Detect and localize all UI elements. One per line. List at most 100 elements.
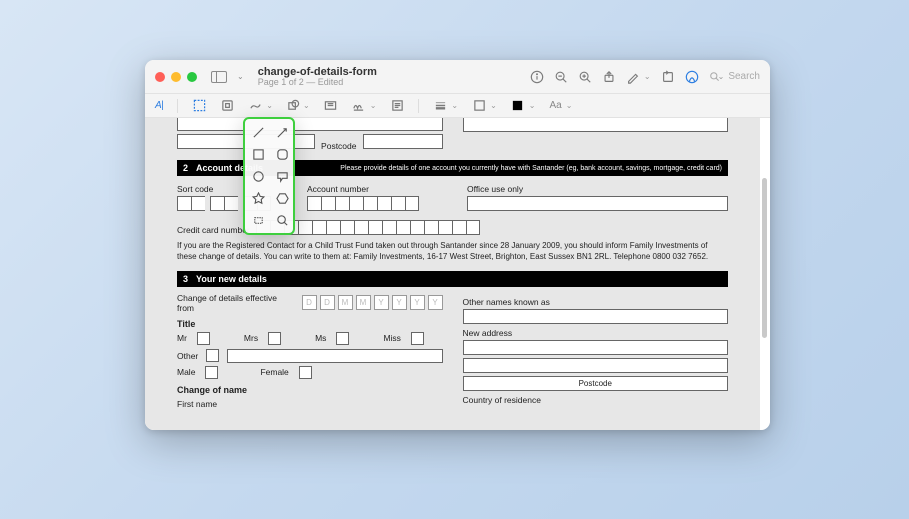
vertical-scrollbar[interactable] [762, 178, 767, 338]
preview-window: ⌄ change-of-details-form Page 1 of 2 — E… [145, 60, 770, 430]
shape-loupe-icon[interactable] [275, 213, 289, 227]
sign-icon[interactable] [352, 99, 366, 113]
shape-burst-icon[interactable] [251, 213, 265, 227]
trust-fund-notice: If you are the Registered Contact for a … [177, 241, 728, 263]
fill-color-icon[interactable] [511, 99, 525, 113]
shape-arrow-icon[interactable] [275, 125, 289, 139]
address-line-field[interactable] [177, 118, 443, 131]
other-names-field[interactable] [463, 309, 729, 324]
country-label: Country of residence [463, 395, 729, 405]
text-style-button[interactable]: A| [155, 100, 163, 111]
section-hint: Please provide details of one account yo… [271, 165, 722, 172]
effective-from-label: Change of details effective from [177, 293, 292, 313]
markup-pen-icon[interactable] [626, 70, 640, 84]
male-checkbox[interactable] [205, 366, 218, 379]
mrs-label: Mrs [244, 333, 258, 343]
postcode-inline-label: Postcode [579, 379, 612, 388]
minimize-button[interactable] [171, 72, 181, 82]
female-checkbox[interactable] [299, 366, 312, 379]
shape-circle-icon[interactable] [251, 169, 265, 183]
section-number: 2 [183, 163, 188, 173]
note-icon[interactable] [390, 99, 404, 113]
other-label: Other [177, 351, 198, 361]
border-color-icon[interactable] [472, 99, 486, 113]
window-controls [155, 72, 197, 82]
titlebar: ⌄ change-of-details-form Page 1 of 2 — E… [145, 60, 770, 94]
postcode-field[interactable] [363, 134, 443, 149]
title-block: change-of-details-form Page 1 of 2 — Edi… [258, 66, 524, 88]
sketch-chevron-icon[interactable]: ⌄ [266, 101, 273, 110]
office-use-field[interactable] [467, 196, 728, 211]
salary-field[interactable] [463, 118, 729, 132]
share-icon[interactable] [602, 70, 616, 84]
lasso-tool-icon[interactable] [220, 99, 234, 113]
shape-line-icon[interactable] [251, 125, 265, 139]
markup-toolbar: A| ⌄ ⌄ ⌄ ⌄ ⌄ ⌄ Aa ⌄ [145, 94, 770, 118]
credit-card-label: Credit card number [177, 225, 250, 235]
zoom-in-icon[interactable] [578, 70, 592, 84]
shapes-tool-button[interactable]: ⌄ [287, 99, 310, 113]
close-button[interactable] [155, 72, 165, 82]
document-viewport[interactable]: Postcode What is your gross annual salar… [145, 118, 770, 430]
zoom-button[interactable] [187, 72, 197, 82]
select-tool-icon[interactable] [192, 99, 206, 113]
titlebar-actions: ⌄ ⌄ Search [530, 70, 760, 84]
account-number-field[interactable] [307, 196, 447, 211]
account-number-label: Account number [307, 184, 447, 194]
miss-checkbox[interactable] [411, 332, 424, 345]
new-address-field[interactable] [463, 358, 729, 373]
postcode-label: Postcode [321, 141, 356, 151]
line-style-icon[interactable] [433, 99, 447, 113]
section-title: Your new details [196, 274, 267, 284]
male-label: Male [177, 367, 195, 377]
other-checkbox[interactable] [206, 349, 219, 362]
office-use-label: Office use only [467, 184, 728, 194]
document-title: change-of-details-form [258, 66, 524, 78]
font-chevron-icon[interactable]: ⌄ [566, 101, 573, 110]
first-name-label: First name [177, 399, 443, 409]
info-icon[interactable] [530, 70, 544, 84]
shape-star-icon[interactable] [251, 191, 265, 205]
section-number: 3 [183, 274, 188, 284]
text-box-icon[interactable] [324, 99, 338, 113]
fill-chevron-icon[interactable]: ⌄ [529, 101, 536, 110]
female-label: Female [260, 367, 288, 377]
sidebar-chevron-icon[interactable]: ⌄ [237, 72, 244, 81]
sidebar-toggle-icon[interactable] [211, 71, 227, 83]
pdf-page: Postcode What is your gross annual salar… [145, 118, 760, 430]
line-style-chevron-icon[interactable]: ⌄ [451, 101, 458, 110]
mrs-checkbox[interactable] [268, 332, 281, 345]
section-3-header: 3 Your new details [177, 271, 728, 287]
shape-rounded-square-icon[interactable] [275, 147, 289, 161]
new-address-postcode-field[interactable]: Postcode [463, 376, 729, 391]
rotate-icon[interactable] [661, 70, 675, 84]
ms-checkbox[interactable] [336, 332, 349, 345]
miss-label: Miss [383, 333, 400, 343]
search-chevron-icon: ⌄ [718, 72, 725, 81]
shape-speech-bubble-icon[interactable] [275, 169, 289, 183]
search-field[interactable]: ⌄ Search [709, 71, 760, 82]
effective-date-field[interactable]: D D M M Y Y Y Y [302, 295, 443, 310]
shapes-icon [287, 99, 301, 113]
mr-label: Mr [177, 333, 187, 343]
ms-label: Ms [315, 333, 326, 343]
search-placeholder: Search [728, 71, 760, 82]
font-button[interactable]: Aa [550, 100, 562, 111]
sketch-tool-icon[interactable] [248, 99, 262, 113]
zoom-out-icon[interactable] [554, 70, 568, 84]
shapes-chevron-icon: ⌄ [303, 101, 310, 110]
mr-checkbox[interactable] [197, 332, 210, 345]
change-name-heading: Change of name [177, 385, 443, 395]
sign-chevron-icon[interactable]: ⌄ [370, 101, 377, 110]
new-address-field[interactable] [463, 340, 729, 355]
shapes-popover [243, 117, 295, 235]
highlight-icon[interactable] [685, 70, 699, 84]
other-title-field[interactable] [227, 349, 442, 363]
shape-hexagon-icon[interactable] [275, 191, 289, 205]
border-chevron-icon[interactable]: ⌄ [490, 101, 497, 110]
shape-square-icon[interactable] [251, 147, 265, 161]
markup-chevron-icon[interactable]: ⌄ [644, 72, 651, 81]
other-names-label: Other names known as [463, 297, 729, 307]
document-subtitle: Page 1 of 2 — Edited [258, 78, 524, 88]
new-address-label: New address [463, 328, 729, 338]
